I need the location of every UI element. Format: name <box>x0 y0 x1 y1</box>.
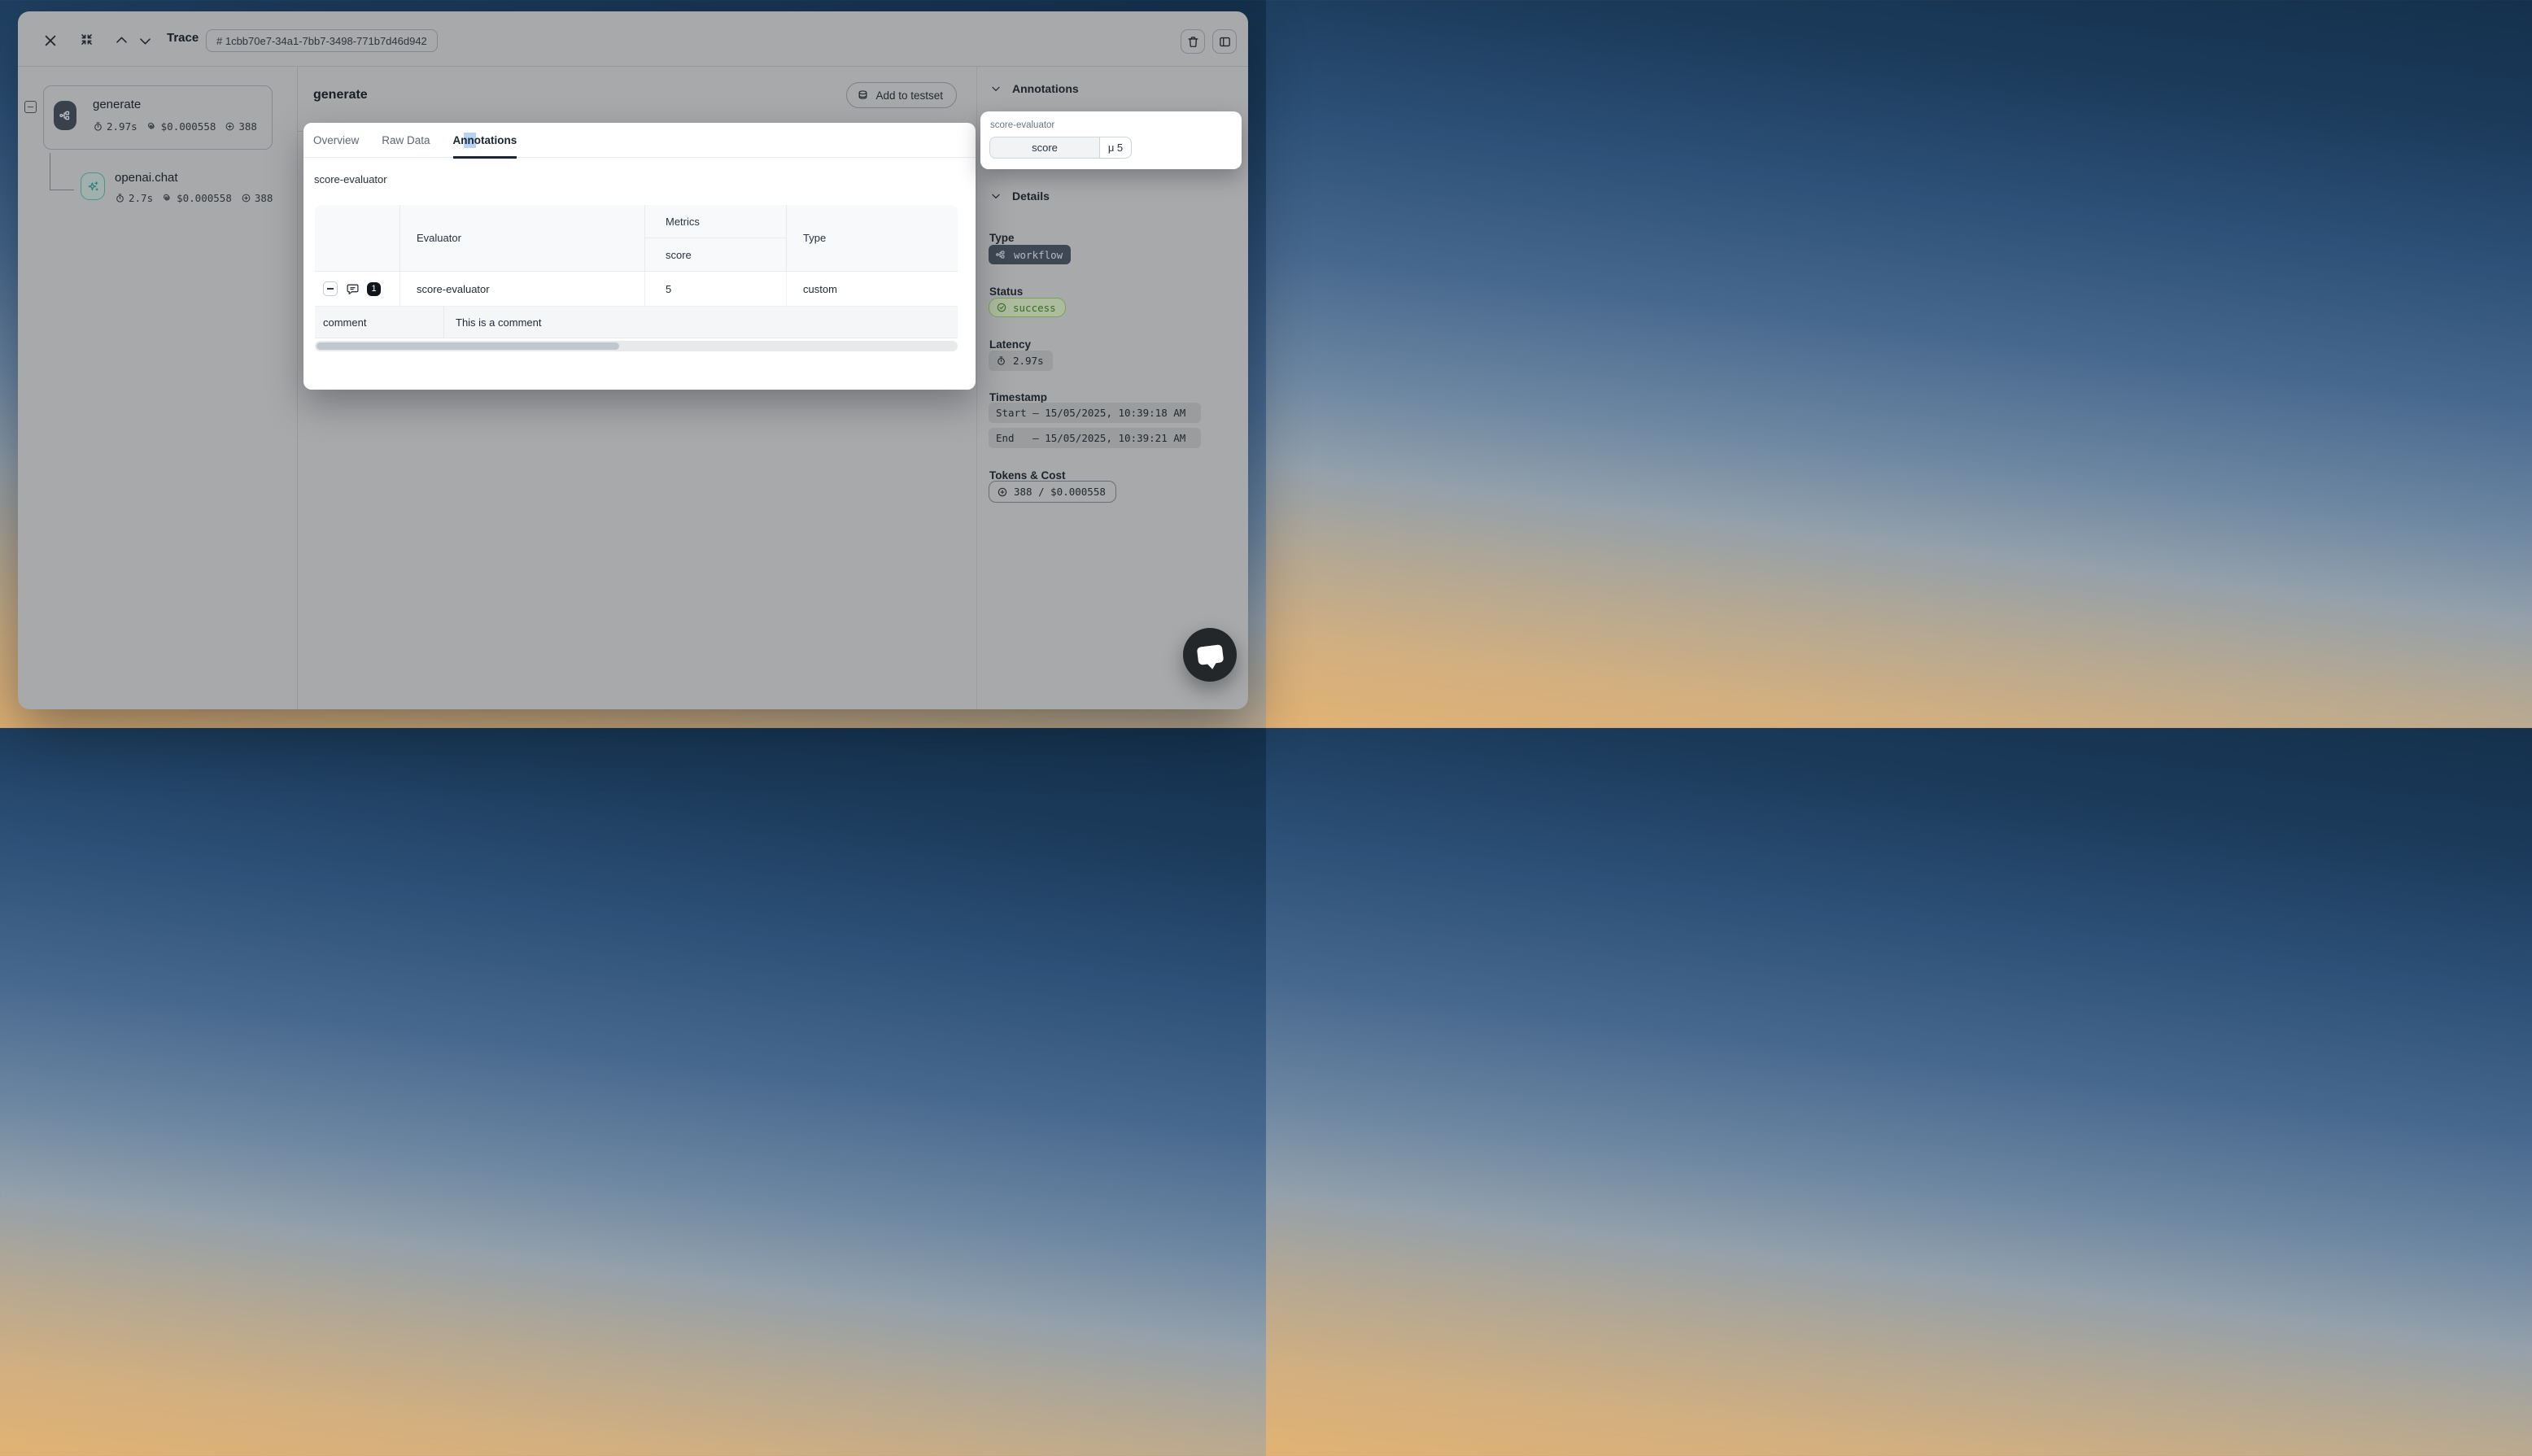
minus-icon <box>327 288 334 290</box>
trace-modal: Trace # 1cbb70e7-34a1-7bb7-3498-771b7d46… <box>18 11 1248 709</box>
delete-trace-button[interactable] <box>1181 29 1205 54</box>
plus-circle-icon <box>241 193 251 203</box>
workflow-icon <box>995 249 1006 260</box>
node-tokens: 388 <box>241 192 273 204</box>
annotations-section-header[interactable]: Annotations <box>990 82 1079 95</box>
horizontal-scrollbar-track[interactable] <box>315 341 958 351</box>
status-badge: success <box>989 298 1066 317</box>
panel-icon <box>1213 30 1236 53</box>
details-section-header[interactable]: Details <box>990 190 1050 203</box>
chat-bubble-icon <box>1196 644 1223 665</box>
annotation-score-card: score-evaluator score μ 5 <box>980 111 1242 169</box>
col-header-type: Type <box>786 205 958 271</box>
col-header-metrics: Metrics <box>645 205 786 238</box>
tab-raw-data[interactable]: Raw Data <box>382 123 430 158</box>
horizontal-scrollbar-thumb[interactable] <box>316 342 619 350</box>
timestamp-end-badge: End – 15/05/2025, 10:39:21 AM <box>989 428 1201 448</box>
trash-icon <box>1181 30 1204 53</box>
evaluator-section-title: score-evaluator <box>314 173 387 185</box>
comment-value: This is a comment <box>444 307 958 338</box>
span-title: generate <box>313 88 368 102</box>
col-subheader-score: score <box>645 238 786 271</box>
score-metric-name[interactable]: score <box>990 137 1099 158</box>
workflow-icon <box>54 101 76 130</box>
database-icon <box>857 89 869 102</box>
stopwatch-icon <box>93 121 103 132</box>
node-tokens: 388 <box>225 120 257 133</box>
tree-collapse-toggle[interactable] <box>24 101 37 113</box>
table-row[interactable]: 1 score-evaluator 5 custom <box>315 272 958 307</box>
latency-badge: 2.97s <box>989 351 1053 371</box>
page-title: Trace <box>167 31 199 45</box>
coins-icon <box>162 193 173 203</box>
timestamp-label: Timestamp <box>989 391 1047 403</box>
tree-node-generate[interactable]: generate 2.97s $0.000558 388 <box>43 85 273 150</box>
annotations-table: Evaluator Metrics score Type 1 <box>315 205 958 338</box>
chevron-down-icon <box>990 190 1002 202</box>
chat-support-button[interactable] <box>1183 628 1237 682</box>
table-header-row: Evaluator Metrics score Type <box>315 205 958 272</box>
comment-count-badge: 1 <box>367 282 381 296</box>
node-cost: $0.000558 <box>162 192 232 204</box>
trace-id-badge[interactable]: # 1cbb70e7-34a1-7bb7-3498-771b7d46d942 <box>206 29 438 52</box>
sparkles-icon <box>81 172 105 200</box>
tokens-cost-badge: 388 / $0.000558 <box>989 481 1116 503</box>
active-tab-indicator <box>453 156 517 159</box>
score-metric-control: score μ 5 <box>989 137 1132 159</box>
node-latency: 2.7s <box>115 192 153 204</box>
node-latency: 2.97s <box>93 120 138 133</box>
details-sidebar: Annotations score-evaluator score μ 5 De… <box>976 67 1248 709</box>
collapse-row-checkbox[interactable] <box>323 281 338 296</box>
add-to-testset-button[interactable]: Add to testset <box>846 82 957 108</box>
close-icon[interactable] <box>42 33 59 49</box>
timestamp-start-badge: Start – 15/05/2025, 10:39:18 AM <box>989 403 1201 423</box>
node-cost: $0.000558 <box>146 120 216 133</box>
col-header-evaluator: Evaluator <box>399 205 644 271</box>
tab-annotations[interactable]: Annotations <box>453 123 517 158</box>
annotation-evaluator-label: score-evaluator <box>990 120 1054 130</box>
tokens-cost-label: Tokens & Cost <box>989 469 1066 482</box>
comment-icon[interactable] <box>345 281 360 296</box>
plus-circle-icon <box>997 486 1008 498</box>
type-badge: workflow <box>989 245 1071 264</box>
status-label: Status <box>989 286 1023 298</box>
collapse-fullscreen-icon[interactable] <box>78 31 94 47</box>
latency-label: Latency <box>989 338 1031 351</box>
node-name: openai.chat <box>115 171 178 185</box>
comment-expansion-row: comment This is a comment <box>315 307 958 338</box>
span-tree-panel: generate 2.97s $0.000558 388 <box>18 67 298 709</box>
prev-chevron-up-icon[interactable] <box>113 32 129 48</box>
cell-score: 5 <box>644 272 786 306</box>
tree-node-openai-chat[interactable]: openai.chat 2.7s $0.000558 388 <box>63 172 290 226</box>
toggle-sidebar-button[interactable] <box>1212 29 1237 54</box>
stopwatch-icon <box>115 193 125 203</box>
stopwatch-icon <box>996 355 1006 366</box>
next-chevron-down-icon[interactable] <box>137 33 153 49</box>
check-circle-icon <box>996 302 1007 313</box>
cell-evaluator: score-evaluator <box>399 272 644 306</box>
topbar: Trace # 1cbb70e7-34a1-7bb7-3498-771b7d46… <box>18 11 1248 67</box>
node-name: generate <box>93 98 141 111</box>
coins-icon <box>146 121 158 132</box>
annotations-spotlight-card: Overview Raw Data Annotations score-eval… <box>303 123 976 390</box>
cell-type: custom <box>786 272 958 306</box>
minus-icon <box>28 107 33 108</box>
type-label: Type <box>989 232 1015 244</box>
chevron-down-icon <box>990 83 1002 94</box>
tabs-bar: Overview Raw Data Annotations <box>303 123 976 158</box>
score-metric-mean: μ 5 <box>1099 137 1131 158</box>
tab-overview[interactable]: Overview <box>313 123 359 158</box>
plus-circle-icon <box>225 121 235 132</box>
comment-key: comment <box>315 307 444 338</box>
